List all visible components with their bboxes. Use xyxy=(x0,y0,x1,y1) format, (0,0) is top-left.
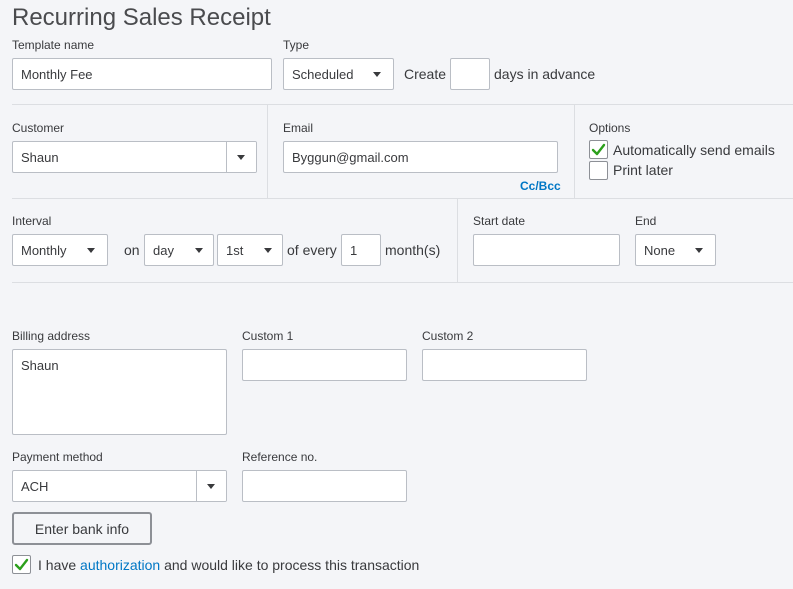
payment-method-dropdown-button[interactable] xyxy=(196,471,226,501)
days-advance-input[interactable] xyxy=(450,58,490,90)
custom2-label: Custom 2 xyxy=(422,329,474,343)
divider xyxy=(12,104,793,105)
authorization-link[interactable]: authorization xyxy=(80,557,160,573)
divider xyxy=(12,198,793,199)
days-advance-label: days in advance xyxy=(494,66,596,82)
interval-unit-label: month(s) xyxy=(385,242,441,258)
checkmark-icon xyxy=(591,143,606,156)
interval-label: Interval xyxy=(12,214,52,228)
custom1-input[interactable] xyxy=(242,349,407,381)
email-label: Email xyxy=(283,121,314,135)
payment-method-value: ACH xyxy=(21,478,49,494)
chevron-down-icon xyxy=(195,248,203,253)
day-mode-select[interactable]: day xyxy=(144,234,214,266)
every-count-input[interactable]: 1 xyxy=(341,234,381,266)
authorization-prefix: I have xyxy=(38,557,77,573)
custom1-label: Custom 1 xyxy=(242,329,294,343)
billing-address-textarea[interactable]: Shaun xyxy=(12,349,227,435)
interval-frequency-value: Monthly xyxy=(21,242,67,258)
template-name-value: Monthly Fee xyxy=(21,66,93,82)
customer-dropdown-button[interactable] xyxy=(226,142,256,172)
every-count-value: 1 xyxy=(350,242,358,258)
start-date-input[interactable] xyxy=(473,234,620,266)
day-value: 1st xyxy=(226,242,244,258)
checkmark-icon xyxy=(14,558,29,571)
chevron-down-icon xyxy=(87,248,95,253)
auto-send-checkbox[interactable] xyxy=(589,140,608,159)
payment-method-combobox[interactable]: ACH xyxy=(12,470,227,502)
page-title: Recurring Sales Receipt xyxy=(12,4,271,31)
authorization-suffix: and would like to process this transacti… xyxy=(164,557,420,573)
chevron-down-icon xyxy=(207,484,215,489)
type-value: Scheduled xyxy=(292,66,354,82)
divider xyxy=(457,198,458,282)
customer-label: Customer xyxy=(12,121,65,135)
email-value: Byggun@gmail.com xyxy=(292,149,409,165)
cc-bcc-link[interactable]: Cc/Bcc xyxy=(520,179,561,193)
of-every-label: of every xyxy=(287,242,337,258)
chevron-down-icon xyxy=(264,248,272,253)
custom2-input[interactable] xyxy=(422,349,587,381)
template-name-label: Template name xyxy=(12,38,95,52)
chevron-down-icon xyxy=(695,248,703,253)
end-label: End xyxy=(635,214,657,228)
create-label: Create xyxy=(404,66,447,82)
chevron-down-icon xyxy=(237,155,245,160)
template-name-input[interactable]: Monthly Fee xyxy=(12,58,272,90)
interval-frequency-select[interactable]: Monthly xyxy=(12,234,108,266)
reference-no-label: Reference no. xyxy=(242,450,318,464)
print-later-label: Print later xyxy=(613,162,673,178)
reference-no-input[interactable] xyxy=(242,470,407,502)
customer-combobox[interactable]: Shaun xyxy=(12,141,257,173)
print-later-checkbox[interactable] xyxy=(589,161,608,180)
divider xyxy=(267,104,268,198)
customer-value: Shaun xyxy=(21,149,59,165)
day-value-select[interactable]: 1st xyxy=(217,234,283,266)
type-select[interactable]: Scheduled xyxy=(283,58,394,90)
on-label: on xyxy=(124,242,140,258)
day-mode-value: day xyxy=(153,242,174,258)
chevron-down-icon xyxy=(373,72,381,77)
authorization-text: I have authorization and would like to p… xyxy=(38,557,419,573)
billing-address-value: Shaun xyxy=(21,358,59,373)
payment-method-label: Payment method xyxy=(12,450,103,464)
enter-bank-info-button[interactable]: Enter bank info xyxy=(12,512,152,545)
options-label: Options xyxy=(589,121,631,135)
billing-address-label: Billing address xyxy=(12,329,91,343)
divider xyxy=(574,104,575,198)
divider xyxy=(12,282,793,283)
auto-send-label: Automatically send emails xyxy=(613,142,775,158)
end-value: None xyxy=(644,242,676,258)
start-date-label: Start date xyxy=(473,214,526,228)
authorization-checkbox[interactable] xyxy=(12,555,31,574)
end-select[interactable]: None xyxy=(635,234,716,266)
email-input[interactable]: Byggun@gmail.com xyxy=(283,141,558,173)
type-label: Type xyxy=(283,38,310,52)
